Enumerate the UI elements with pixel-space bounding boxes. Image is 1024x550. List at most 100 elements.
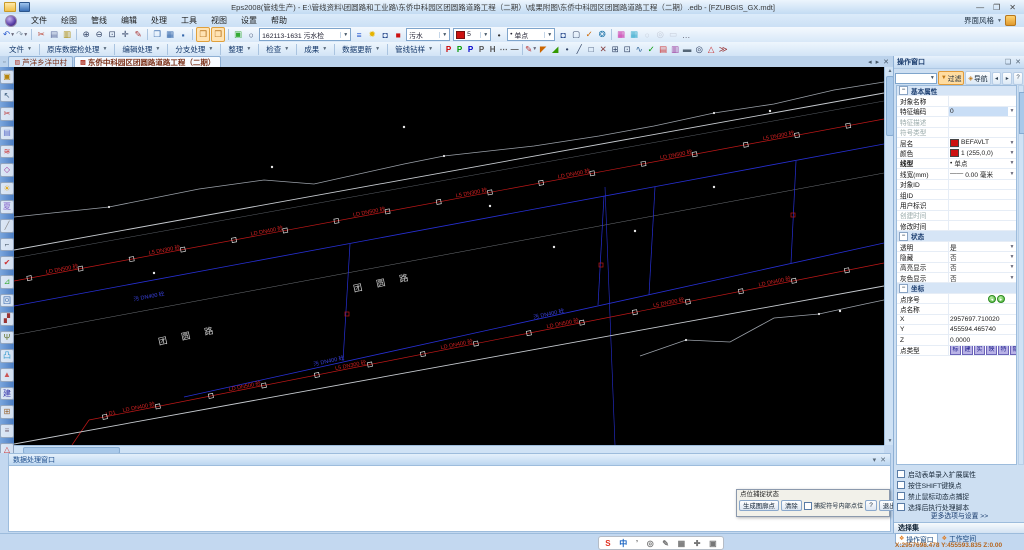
- point-type-button[interactable]: 隐: [1010, 346, 1016, 356]
- branch-tool-icon[interactable]: Ψ: [0, 331, 14, 345]
- window-tile-icon[interactable]: ▦: [164, 28, 176, 41]
- collapse-icon[interactable]: −: [899, 284, 908, 293]
- property-value[interactable]: [949, 96, 1008, 105]
- document-list-icon[interactable]: ▫: [3, 59, 5, 66]
- snap-line-icon[interactable]: ∿: [633, 43, 645, 56]
- property-value[interactable]: [949, 304, 1008, 313]
- ui-style-menu[interactable]: 界面风格: [964, 15, 994, 26]
- property-value[interactable]: 1 (255,0,0): [949, 148, 1008, 157]
- copy-icon[interactable]: ▤: [48, 28, 60, 41]
- dash-icon[interactable]: —: [509, 45, 520, 54]
- property-value[interactable]: •单点: [949, 159, 1008, 168]
- panel-pin-icon[interactable]: ❏: [1005, 58, 1011, 66]
- p-red-icon[interactable]: P: [443, 45, 454, 54]
- p-green-icon[interactable]: P: [454, 45, 465, 54]
- workflow-menu-3[interactable]: 编辑处理▼: [117, 43, 165, 55]
- menu-1[interactable]: 文件: [24, 14, 54, 27]
- zoom-in-icon[interactable]: ⊕: [80, 28, 92, 41]
- sogou-logo-icon[interactable]: S: [605, 539, 610, 548]
- snap-inner-points-checkbox[interactable]: [804, 502, 812, 510]
- tab-scroll-left-button[interactable]: ◂: [868, 58, 872, 66]
- menu-8[interactable]: 设置: [234, 14, 264, 27]
- property-value[interactable]: 0: [949, 107, 1008, 116]
- panel-collapse-icon[interactable]: ▾: [873, 456, 877, 464]
- table-tool-icon[interactable]: ▤: [0, 126, 14, 140]
- xia-tool-icon[interactable]: 夏: [0, 200, 14, 214]
- h-gray-icon[interactable]: H: [487, 45, 498, 54]
- point-type-button[interactable]: 建: [962, 346, 973, 356]
- dots-icon[interactable]: ⋯: [498, 45, 509, 54]
- workflow-menu-5[interactable]: 整理▼: [223, 43, 256, 55]
- paste-icon[interactable]: ▥: [61, 28, 73, 41]
- selection-set-header[interactable]: 选择集: [894, 522, 1024, 533]
- map-window2-icon[interactable]: ❒: [211, 27, 225, 42]
- property-value[interactable]: ——0.00 毫米: [949, 169, 1008, 178]
- grid-tool-icon[interactable]: 回: [0, 294, 14, 308]
- property-value[interactable]: [949, 200, 1008, 209]
- maximize-button[interactable]: ❐: [993, 1, 1000, 14]
- ruler-icon[interactable]: ▬: [681, 43, 693, 56]
- node-tool-icon[interactable]: ◇: [0, 163, 14, 177]
- build-tool-icon[interactable]: 建: [0, 387, 14, 401]
- lamp-tool-icon[interactable]: ☀: [0, 182, 14, 196]
- point-draw-icon[interactable]: •: [561, 43, 573, 56]
- menu-4[interactable]: 编辑: [114, 14, 144, 27]
- property-value[interactable]: 2957697.710020: [949, 315, 1008, 324]
- plus-tool-icon[interactable]: ⊞: [0, 405, 14, 419]
- pipe-tool-icon[interactable]: ≋: [0, 145, 14, 159]
- find-icon[interactable]: ◎: [693, 43, 705, 56]
- lock2-icon[interactable]: ◘: [557, 28, 569, 41]
- pen-icon[interactable]: ✎: [662, 539, 669, 548]
- minimize-button[interactable]: —: [976, 1, 984, 14]
- point-style-combo[interactable]: •单点▼: [507, 28, 555, 41]
- dropdown-icon[interactable]: ▼: [1008, 264, 1016, 270]
- prev-object-button[interactable]: ◂: [992, 72, 1002, 85]
- next-object-button[interactable]: ▸: [1002, 72, 1012, 85]
- zoom-out-icon[interactable]: ⊖: [93, 28, 105, 41]
- property-value[interactable]: 标建实映特隐: [949, 346, 1016, 355]
- map-canvas[interactable]: 团 圆 路 团 圆 路 污 DN400 砼 污 DN400 砼 污 DN400 …: [14, 67, 884, 445]
- panel-close-icon[interactable]: ✕: [1015, 58, 1021, 66]
- collapse-icon[interactable]: −: [899, 86, 908, 95]
- grid-section-2[interactable]: −状态: [897, 231, 1016, 241]
- dropdown-icon[interactable]: ▼: [1008, 244, 1016, 250]
- workflow-menu-4[interactable]: 分支处理▼: [170, 43, 218, 55]
- toolbox-icon[interactable]: ▣: [709, 539, 717, 548]
- redraw-icon[interactable]: ✎: [132, 28, 144, 41]
- menu-3[interactable]: 管线: [84, 14, 114, 27]
- property-value[interactable]: 否: [949, 263, 1008, 272]
- point-id-combo[interactable]: 162113-1631 污水检▼: [259, 28, 351, 41]
- disabled-icon-3[interactable]: ▭: [667, 28, 679, 41]
- calc-icon[interactable]: ▤: [657, 43, 669, 56]
- property-value[interactable]: 否: [949, 273, 1008, 282]
- bulb-icon[interactable]: ✹: [366, 28, 378, 41]
- more-options-link[interactable]: 更多选项与设置 >>: [894, 512, 1024, 522]
- list-tool-icon[interactable]: ≡: [0, 424, 14, 438]
- skin-icon[interactable]: [1005, 15, 1016, 26]
- abacus-icon[interactable]: ▥: [669, 43, 681, 56]
- app-logo-icon[interactable]: [5, 15, 17, 27]
- property-value[interactable]: BEFAVLT: [949, 138, 1008, 147]
- flag-red-icon[interactable]: ◤: [537, 43, 549, 56]
- navigate-button[interactable]: ◈ 导航: [965, 71, 990, 85]
- property-value[interactable]: [949, 180, 1008, 189]
- property-value[interactable]: [949, 190, 1008, 199]
- dropdown-icon[interactable]: ▼: [1008, 160, 1016, 166]
- window-cascade-icon[interactable]: ❐: [151, 28, 163, 41]
- point-type-button[interactable]: 映: [986, 346, 997, 356]
- check-tool-icon[interactable]: ✔: [0, 256, 14, 270]
- map-window-icon[interactable]: ❒: [196, 27, 210, 42]
- tab-close-button[interactable]: ✕: [883, 58, 889, 66]
- workflow-menu-8[interactable]: 数据更新▼: [337, 43, 385, 55]
- filter-button[interactable]: ▼ 过滤: [938, 71, 965, 85]
- panel-close-icon[interactable]: ✕: [880, 456, 886, 464]
- tab-scroll-right-button[interactable]: ▸: [876, 58, 880, 66]
- document-tab-2[interactable]: ▨东侨中科园区团圆路道路工程（二期）: [74, 56, 221, 67]
- point-type-button[interactable]: 特: [998, 346, 1009, 356]
- prev-point-icon[interactable]: ◂: [988, 295, 996, 303]
- option-checkbox[interactable]: [897, 470, 905, 478]
- option-checkbox[interactable]: [897, 492, 905, 500]
- plus-icon[interactable]: ✚: [694, 539, 701, 548]
- tri-red-tool-icon[interactable]: ▲: [0, 368, 14, 382]
- more-icon[interactable]: …: [680, 28, 692, 41]
